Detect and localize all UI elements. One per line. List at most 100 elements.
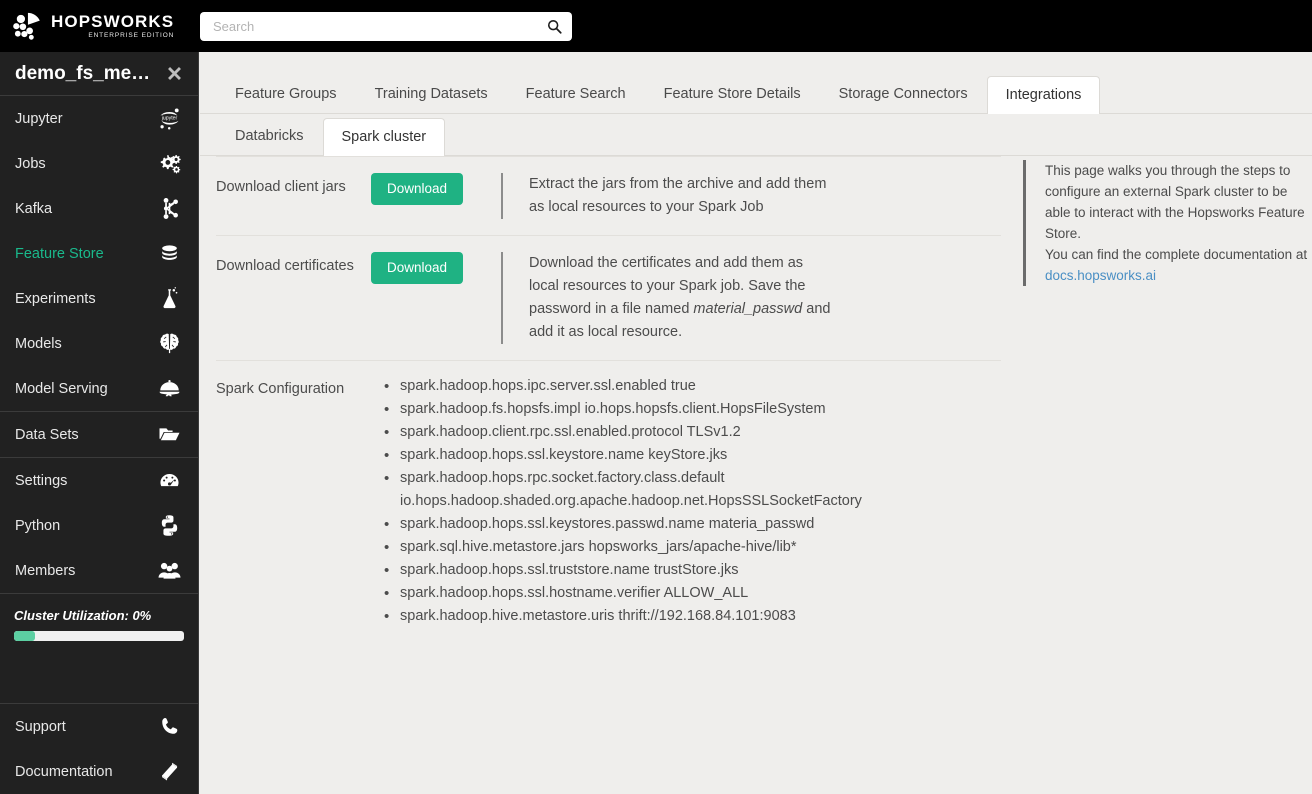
project-name: demo_fs_me…: [15, 63, 150, 85]
row-description: Download the certificates and add them a…: [501, 252, 831, 344]
kafka-icon: [156, 196, 182, 222]
jupyter-icon: jupyter: [156, 106, 182, 132]
sidebar-spacer: [0, 641, 198, 703]
gears-icon: [156, 151, 182, 177]
spark-configuration-list: spark.hadoop.hops.ipc.server.ssl.enabled…: [371, 375, 1001, 628]
list-item: spark.sql.hive.metastore.jars hopsworks_…: [371, 536, 1001, 559]
brand-edition: ENTERPRISE EDITION: [51, 31, 174, 40]
sidebar: demo_fs_me… Jupyter jupyter: [0, 52, 199, 794]
folder-icon: [156, 422, 182, 448]
sidebar-item-label: Feature Store: [15, 246, 104, 262]
tab-spark-cluster[interactable]: Spark cluster: [323, 118, 446, 156]
info-panel: This page walks you through the steps to…: [1023, 160, 1312, 286]
svg-text:jupyter: jupyter: [160, 116, 177, 122]
sidebar-item-jupyter[interactable]: Jupyter jupyter: [0, 96, 198, 141]
brain-icon: [156, 331, 182, 357]
tab-feature-store-details[interactable]: Feature Store Details: [645, 75, 820, 113]
download-client-jars-button[interactable]: Download: [371, 173, 463, 205]
list-item: spark.hadoop.hops.ipc.server.ssl.enabled…: [371, 375, 1001, 398]
sidebar-item-model-serving[interactable]: Model Serving: [0, 366, 198, 411]
project-header: demo_fs_me…: [0, 52, 198, 96]
top-bar: HOPSWORKS ENTERPRISE EDITION: [0, 0, 1312, 52]
info-paragraph-2: You can find the complete documentation …: [1045, 244, 1312, 265]
sidebar-item-label: Jupyter: [15, 111, 63, 127]
sidebar-item-label: Documentation: [15, 764, 113, 780]
sidebar-item-members[interactable]: Members: [0, 548, 198, 593]
list-item: spark.hadoop.hops.ssl.truststore.name tr…: [371, 559, 1001, 582]
sidebar-item-label: Members: [15, 563, 75, 579]
list-item: spark.hadoop.hops.ssl.hostname.verifier …: [371, 582, 1001, 605]
sidebar-group-primary: Jupyter jupyter Jobs: [0, 96, 198, 412]
search-input[interactable]: [213, 19, 547, 34]
list-item: spark.hadoop.fs.hopsfs.impl io.hops.hops…: [371, 398, 1001, 421]
search-bar[interactable]: [200, 12, 572, 41]
docs-link[interactable]: docs.hopsworks.ai: [1045, 268, 1156, 283]
database-icon: [156, 241, 182, 267]
sidebar-item-label: Jobs: [15, 156, 46, 172]
phone-icon: [156, 714, 182, 740]
sidebar-item-label: Kafka: [15, 201, 52, 217]
brand-logo[interactable]: HOPSWORKS ENTERPRISE EDITION: [0, 0, 200, 52]
sidebar-group-admin: Settings Python: [0, 458, 198, 594]
sidebar-group-datasets: Data Sets: [0, 412, 198, 458]
book-icon: [156, 759, 182, 785]
tab-label: Storage Connectors: [839, 86, 968, 102]
sidebar-item-label: Settings: [15, 473, 67, 489]
serving-dome-icon: [156, 376, 182, 402]
download-certificates-button[interactable]: Download: [371, 252, 463, 284]
tab-feature-groups[interactable]: Feature Groups: [216, 75, 356, 113]
cluster-utilization-fill: [14, 631, 35, 641]
hops-logo-icon: [12, 11, 42, 41]
sidebar-item-models[interactable]: Models: [0, 321, 198, 366]
tab-label: Training Datasets: [375, 86, 488, 102]
sidebar-item-support[interactable]: Support: [0, 704, 198, 749]
info-paragraph-1: This page walks you through the steps to…: [1045, 160, 1312, 244]
row-description-filename: material_passwd: [693, 301, 802, 317]
row-label: Download client jars: [216, 173, 371, 199]
cluster-utilization-bar: [14, 631, 184, 641]
cluster-utilization-label: Cluster Utilization: 0%: [14, 608, 184, 623]
sidebar-item-data-sets[interactable]: Data Sets: [0, 412, 198, 457]
cluster-utilization: Cluster Utilization: 0%: [0, 594, 198, 641]
sidebar-item-label: Model Serving: [15, 381, 108, 397]
list-item: spark.hadoop.hive.metastore.uris thrift:…: [371, 605, 1001, 628]
brand-name: HOPSWORKS: [51, 13, 174, 31]
tab-label: Spark cluster: [342, 129, 427, 145]
tab-integrations[interactable]: Integrations: [987, 76, 1101, 114]
tab-label: Feature Store Details: [664, 86, 801, 102]
tab-label: Databricks: [235, 128, 304, 144]
sidebar-item-settings[interactable]: Settings: [0, 458, 198, 503]
sidebar-item-documentation[interactable]: Documentation: [0, 749, 198, 794]
list-item: spark.hadoop.hops.rpc.socket.factory.cla…: [371, 467, 1001, 513]
row-action: Download: [371, 252, 501, 284]
tab-storage-connectors[interactable]: Storage Connectors: [820, 75, 987, 113]
list-item: spark.hadoop.hops.ssl.keystore.name keyS…: [371, 444, 1001, 467]
tab-databricks[interactable]: Databricks: [216, 117, 323, 155]
search-icon[interactable]: [547, 19, 562, 34]
sidebar-item-kafka[interactable]: Kafka: [0, 186, 198, 231]
info-panel-column: This page walks you through the steps to…: [1001, 156, 1312, 794]
sidebar-item-jobs[interactable]: Jobs: [0, 141, 198, 186]
tab-feature-search[interactable]: Feature Search: [507, 75, 645, 113]
tab-label: Feature Search: [526, 86, 626, 102]
main-content: Feature Groups Training Datasets Feature…: [200, 52, 1312, 794]
sidebar-item-label: Python: [15, 518, 60, 534]
list-item: spark.hadoop.hops.ssl.keystores.passwd.n…: [371, 513, 1001, 536]
row-download-certificates: Download certificates Download Download …: [216, 235, 1001, 360]
sidebar-group-help: Support Documentation: [0, 703, 198, 794]
secondary-tabs: Databricks Spark cluster: [200, 114, 1312, 156]
members-icon: [156, 558, 182, 584]
tab-training-datasets[interactable]: Training Datasets: [356, 75, 507, 113]
sidebar-item-experiments[interactable]: Experiments: [0, 276, 198, 321]
spark-configuration-label: Spark Configuration: [216, 375, 371, 401]
sidebar-item-feature-store[interactable]: Feature Store: [0, 231, 198, 276]
close-icon[interactable]: [165, 64, 184, 83]
row-action: Download: [371, 173, 501, 205]
tab-label: Feature Groups: [235, 86, 337, 102]
content-area: Download client jars Download Extract th…: [200, 156, 1312, 794]
row-download-client-jars: Download client jars Download Extract th…: [216, 156, 1001, 235]
sidebar-item-label: Data Sets: [15, 427, 79, 443]
sidebar-item-python[interactable]: Python: [0, 503, 198, 548]
list-item: spark.hadoop.client.rpc.ssl.enabled.prot…: [371, 421, 1001, 444]
row-spark-configuration: Spark Configuration spark.hadoop.hops.ip…: [216, 360, 1001, 648]
